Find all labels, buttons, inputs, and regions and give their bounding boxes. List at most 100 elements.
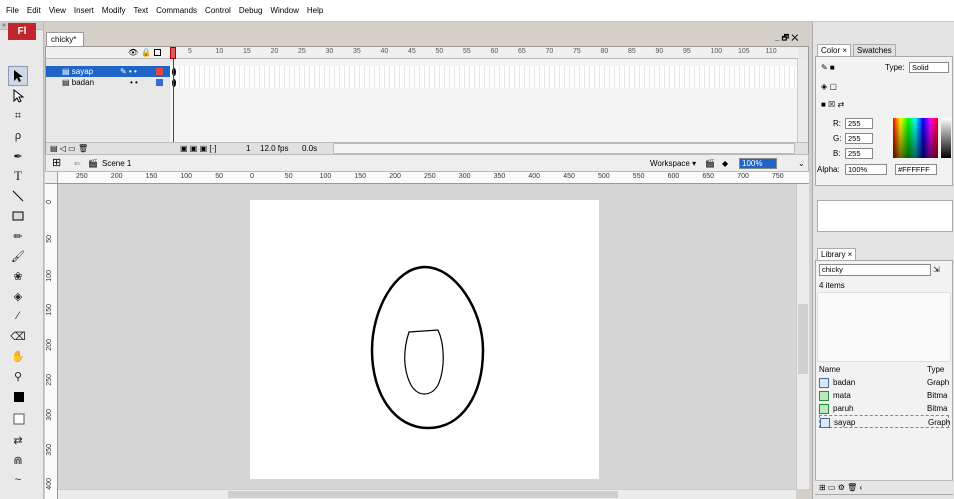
tab-library[interactable]: Library × — [817, 248, 857, 260]
menu-insert[interactable]: Insert — [70, 0, 98, 22]
stage-horizontal-scrollbar[interactable] — [58, 489, 796, 499]
menu-text[interactable]: Text — [129, 0, 152, 22]
stroke-color-swatch[interactable] — [8, 386, 28, 406]
pencil-icon: ✏ — [13, 230, 23, 243]
r-input[interactable]: 255 — [845, 118, 873, 129]
pin-icon[interactable]: ⇲ — [933, 265, 940, 274]
scroll-thumb[interactable] — [228, 491, 618, 498]
frame-ruler[interactable]: 5 10 15 20 25 30 35 40 45 50 55 60 65 70 75 80 85 90 95 100… — [170, 47, 798, 59]
magnifier-icon: ⚲ — [13, 370, 23, 383]
library-item-type: Bitma — [927, 404, 948, 413]
library-document-select[interactable]: chicky — [819, 264, 931, 276]
type-column-header[interactable]: Type — [927, 365, 944, 374]
layer-color-indicator[interactable] — [156, 68, 163, 75]
horizontal-ruler[interactable]: 250 200 150 100 50 0 50 100 150 200 250 300 350 400 45… — [58, 172, 809, 184]
menu-commands[interactable]: Commands — [152, 0, 201, 22]
ruler-tick-label: 100 — [46, 269, 53, 282]
eraser-tool[interactable]: ⌫ — [8, 326, 28, 346]
edit-scene-icon[interactable]: 🎬 — [705, 155, 715, 172]
library-item[interactable]: paruh Bitma — [819, 402, 949, 415]
vertical-ruler[interactable]: 0 50 100 150 200 250 300 350 400 — [45, 184, 58, 499]
timeline-horizontal-scrollbar[interactable] — [333, 143, 795, 154]
back-arrow-icon[interactable]: ⇐ — [74, 155, 81, 172]
document-tab[interactable]: chicky* — [46, 32, 84, 46]
name-column-header[interactable]: Name — [819, 365, 840, 374]
text-tool[interactable]: T — [8, 166, 28, 186]
new-symbol-icon[interactable]: ⊞ ▭ ⚙ 🗑 ‹ — [819, 483, 862, 492]
g-input[interactable]: 255 — [845, 133, 873, 144]
tab-swatches[interactable]: Swatches — [853, 44, 896, 56]
deco-tool[interactable]: ❀ — [8, 266, 28, 286]
edit-symbols-icon[interactable]: ◆ — [722, 155, 728, 172]
badan-frames[interactable] — [170, 77, 798, 88]
lock-icon[interactable]: 🔒 — [141, 48, 151, 57]
layer-color-indicator[interactable] — [156, 79, 163, 86]
frame-number: 20 — [270, 48, 279, 55]
line-tool[interactable] — [8, 186, 28, 206]
alpha-input[interactable]: 100% — [845, 164, 887, 175]
library-item-selected[interactable]: sayap Graph — [819, 415, 950, 428]
frames-area[interactable]: 5 10 15 20 25 30 35 40 45 50 55 60 65 70 75 80 85 90 95 100… — [170, 47, 798, 142]
menu-window[interactable]: Window — [266, 0, 302, 22]
layer-sayap[interactable]: ▤ sayap ✎ • • — [46, 66, 170, 77]
hand-tool[interactable]: ✋ — [8, 346, 28, 366]
layer-name: sayap — [71, 67, 94, 76]
window-controls[interactable]: _ 🗗 ✕ — [775, 32, 805, 44]
smooth-button[interactable]: ~ — [8, 470, 28, 490]
zoom-tool[interactable]: ⚲ — [8, 366, 28, 386]
zoom-input[interactable]: 100% — [739, 158, 777, 169]
b-input[interactable]: 255 — [845, 148, 873, 159]
swap-colors-button[interactable]: ⇄ — [8, 430, 28, 450]
timeline-vertical-scrollbar[interactable] — [797, 59, 808, 142]
frame-number: 35 — [353, 48, 361, 55]
sayap-frames[interactable] — [170, 66, 798, 77]
snap-button[interactable]: ⋒ — [8, 450, 28, 470]
frame-number: 95 — [683, 48, 691, 55]
workspace-menu[interactable]: Workspace ▾ — [650, 155, 696, 172]
hex-input[interactable]: #FFFFFF — [895, 164, 937, 175]
scene-name[interactable]: Scene 1 — [102, 155, 131, 172]
brush-tool[interactable]: 🖌 — [8, 246, 28, 266]
chick-drawing[interactable] — [250, 200, 599, 479]
fill-color-icon[interactable]: ◈ ▢ — [821, 82, 837, 91]
stage-vertical-scrollbar[interactable] — [796, 184, 809, 489]
stroke-color-icon — [14, 392, 24, 402]
library-item[interactable]: mata Bitma — [819, 389, 949, 402]
eye-icon[interactable]: 👁 — [128, 48, 138, 57]
paint-bucket-tool[interactable]: ◈ — [8, 286, 28, 306]
layer-badan[interactable]: ▤ badan • • — [46, 77, 170, 88]
zoom-dropdown-arrow[interactable]: ⌄ — [798, 155, 805, 172]
brightness-slider[interactable] — [941, 118, 951, 158]
eyedropper-tool[interactable]: ⁄ — [8, 306, 28, 326]
color-spectrum[interactable] — [893, 118, 938, 158]
scroll-thumb[interactable] — [798, 304, 808, 374]
swap-colors-icon[interactable]: ■ ☒ ⇄ — [821, 100, 844, 109]
playhead[interactable] — [170, 47, 176, 59]
fill-color-swatch[interactable] — [8, 408, 28, 428]
menu-edit[interactable]: Edit — [23, 0, 45, 22]
lasso-tool[interactable]: ρ — [8, 126, 28, 146]
free-transform-tool[interactable]: ⌗ — [8, 106, 28, 126]
menu-file[interactable]: File — [2, 0, 23, 22]
menu-debug[interactable]: Debug — [235, 0, 267, 22]
selection-tool[interactable] — [8, 66, 28, 86]
outline-icon[interactable] — [154, 49, 161, 56]
library-item[interactable]: badan Graph — [819, 376, 949, 389]
work-area[interactable] — [58, 184, 796, 489]
transform-icon: ⌗ — [14, 109, 22, 122]
subselection-tool[interactable] — [8, 86, 28, 106]
menu-control[interactable]: Control — [201, 0, 235, 22]
arrow-icon — [14, 70, 23, 82]
menu-help[interactable]: Help — [303, 0, 327, 22]
menu-view[interactable]: View — [45, 0, 70, 22]
stroke-color-icon[interactable]: ✎ ■ — [821, 63, 835, 72]
stage[interactable] — [250, 200, 599, 479]
pencil-tool[interactable]: ✏ — [8, 226, 28, 246]
menu-modify[interactable]: Modify — [98, 0, 130, 22]
smooth-icon: ~ — [14, 474, 22, 486]
deco-icon: ❀ — [13, 270, 23, 283]
pen-tool[interactable]: ✒ — [8, 146, 28, 166]
type-select[interactable]: Solid — [909, 62, 949, 73]
tab-color[interactable]: Color × — [817, 44, 852, 56]
rectangle-tool[interactable] — [8, 206, 28, 226]
